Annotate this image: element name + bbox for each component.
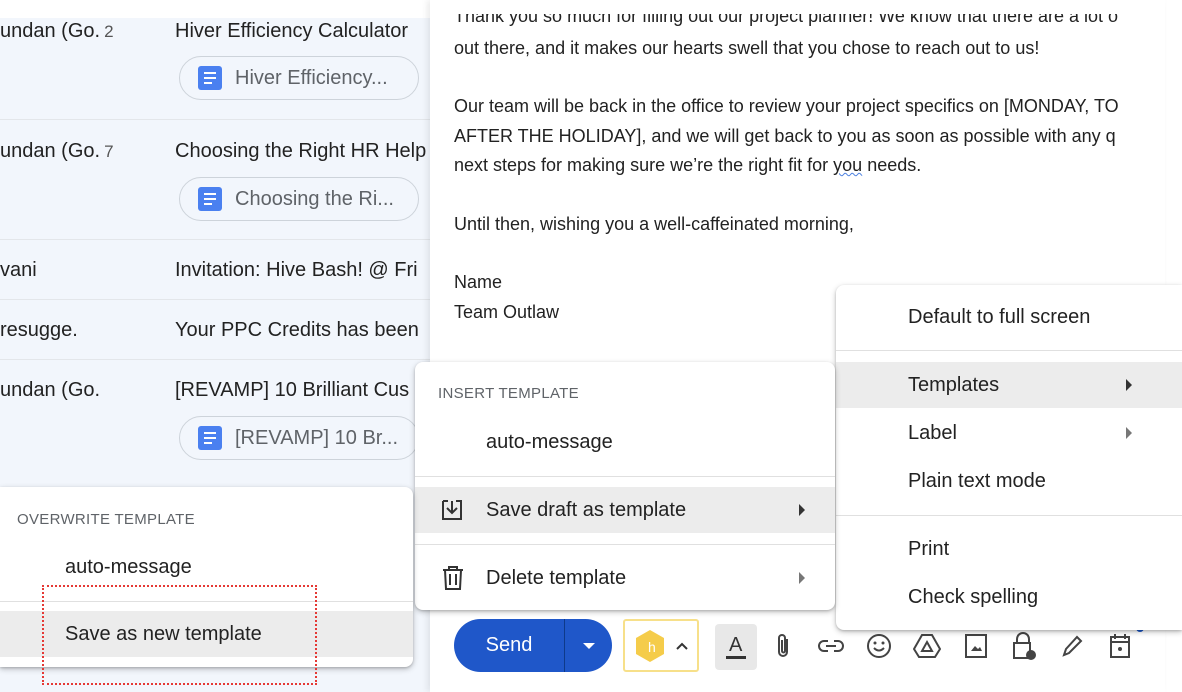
subject: Choosing the Right HR Help: [175, 140, 427, 162]
attachment-chip[interactable]: [REVAMP] 10 Br...: [179, 416, 419, 460]
confidential-mode-button[interactable]: [1008, 628, 1040, 664]
misspelled-word[interactable]: you: [833, 155, 862, 175]
menu-item-default-full-screen[interactable]: Default to full screen: [836, 294, 1182, 340]
link-icon: [818, 640, 844, 652]
paperclip-icon: [778, 634, 788, 657]
subject: [REVAMP] 10 Brilliant Cus: [175, 379, 410, 401]
email-row[interactable]: vani Invitation: Hive Bash! @ Fri: [0, 240, 430, 300]
doc-icon: [198, 426, 222, 450]
drive-button[interactable]: [911, 628, 943, 664]
overwrite-template-header: OVERWRITE TEMPLATE: [17, 511, 195, 528]
lock-clock-icon: [1013, 632, 1036, 660]
body-text[interactable]: Our team will be back in the office to r…: [454, 96, 1119, 117]
attachment-chip[interactable]: Choosing the Ri...: [179, 177, 419, 221]
email-row[interactable]: undan (Go. 7 Choosing the Right HR Help C…: [0, 120, 430, 240]
body-text[interactable]: Name: [454, 272, 502, 293]
schedule-button[interactable]: [1104, 628, 1136, 664]
doc-icon: [198, 187, 222, 211]
insert-photo-button[interactable]: [960, 628, 992, 664]
divider: [415, 544, 835, 545]
sender: undan (Go.: [0, 379, 101, 401]
sender: resugge.: [0, 319, 78, 341]
body-text[interactable]: next steps for making sure we’re the rig…: [454, 155, 921, 176]
text-run: needs.: [862, 155, 922, 175]
submenu-arrow-icon: [1126, 427, 1132, 439]
hiver-logo-icon: h: [636, 629, 664, 662]
menu-item-label[interactable]: Label: [836, 410, 1182, 456]
formatting-options-button[interactable]: A: [715, 624, 757, 670]
body-text[interactable]: AFTER THE HOLIDAY], and we will get back…: [454, 126, 1116, 147]
body-text[interactable]: out there, and it makes our hearts swell…: [454, 38, 1039, 59]
doc-icon: [198, 66, 222, 90]
menu-item-label: Templates: [908, 373, 1000, 396]
menu-item-templates[interactable]: Templates: [836, 362, 1182, 408]
text-run: next steps for making sure we’re the rig…: [454, 155, 834, 175]
sender: undan (Go. 7: [0, 140, 114, 162]
subject: Invitation: Hive Bash! @ Fri: [175, 259, 418, 281]
svg-text:h: h: [648, 639, 656, 655]
more-options-menu: Default to full screen Templates Label P…: [836, 285, 1182, 630]
thread-count: 7: [104, 142, 114, 161]
image-icon: [965, 634, 987, 658]
highlight-box: [42, 585, 317, 685]
body-text[interactable]: Team Outlaw: [454, 302, 559, 323]
menu-item-check-spelling[interactable]: Check spelling: [836, 574, 1182, 620]
divider: [836, 515, 1182, 516]
menu-item-plain-text-mode[interactable]: Plain text mode: [836, 458, 1182, 504]
menu-item-delete-template[interactable]: Delete template: [415, 555, 835, 601]
calendar-icon: [1110, 634, 1130, 658]
menu-item-label: Label: [908, 421, 957, 444]
attachment-name: [REVAMP] 10 Br...: [235, 426, 399, 449]
attachment-name: Hiver Efficiency...: [235, 66, 388, 89]
email-row[interactable]: undan (Go. [REVAMP] 10 Brilliant Cus [RE…: [0, 360, 430, 490]
subject: Your PPC Credits has been: [175, 319, 419, 341]
email-row[interactable]: undan (Go. 2 Hiver Efficiency Calculator …: [0, 18, 430, 120]
menu-item-print[interactable]: Print: [836, 526, 1182, 572]
emoji-button[interactable]: [863, 628, 895, 664]
sender: undan (Go. 2: [0, 20, 114, 42]
email-row[interactable]: resugge. Your PPC Credits has been: [0, 300, 430, 360]
insert-template-header: INSERT TEMPLATE: [438, 385, 579, 402]
emoji-icon: [867, 634, 891, 658]
chevron-up-icon: [676, 642, 688, 650]
sender: vani: [0, 259, 37, 281]
submenu-arrow-icon: [799, 572, 805, 584]
svg-text:A: A: [729, 634, 743, 656]
submenu-arrow-icon: [1126, 379, 1132, 391]
submenu-arrow-icon: [799, 504, 805, 516]
subject: Hiver Efficiency Calculator: [175, 20, 409, 42]
menu-item-label: Delete template: [486, 566, 627, 589]
drive-icon: [913, 634, 941, 658]
save-template-icon: [442, 500, 462, 520]
menu-item-auto-message[interactable]: auto-message: [415, 419, 835, 465]
insert-link-button[interactable]: [815, 628, 847, 664]
body-text[interactable]: Thank you so much for filling out our pr…: [454, 14, 1118, 27]
text-format-icon: A: [726, 634, 746, 659]
send-button[interactable]: Send: [454, 619, 564, 672]
signature-button[interactable]: [1056, 628, 1088, 664]
menu-item-overwrite-auto-message[interactable]: auto-message: [0, 544, 413, 590]
trash-icon: [443, 566, 463, 590]
divider: [415, 476, 835, 477]
menu-item-label: Save draft as template: [486, 498, 687, 521]
attachment-chip[interactable]: Hiver Efficiency...: [179, 56, 419, 100]
attach-button[interactable]: [768, 628, 800, 664]
caret-down-icon: [582, 642, 595, 649]
attachment-name: Choosing the Ri...: [235, 187, 394, 210]
body-text[interactable]: Until then, wishing you a well-caffeinat…: [454, 214, 854, 235]
hiver-button[interactable]: h: [623, 619, 699, 672]
thread-count: 2: [104, 22, 114, 41]
divider: [836, 350, 1182, 351]
send-button-group: Send: [454, 619, 612, 672]
schedule-send-dropdown[interactable]: [565, 619, 612, 672]
templates-submenu: INSERT TEMPLATE auto-message Save draft …: [415, 362, 835, 610]
menu-item-save-draft-as-template[interactable]: Save draft as template: [415, 487, 835, 533]
pen-icon: [1062, 635, 1083, 657]
